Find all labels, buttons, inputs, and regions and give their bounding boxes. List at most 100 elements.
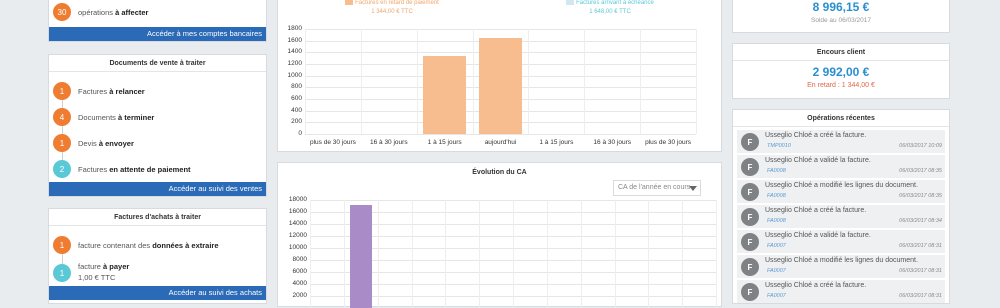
- purchase-item-pay[interactable]: 1 facture à payer 1,00 € TTC: [49, 258, 266, 288]
- sales-item[interactable]: 2 Factures en attente de paiement: [49, 156, 266, 182]
- bank-accounts-link[interactable]: Accéder à mes comptes bancaires: [49, 27, 266, 41]
- gridline: [305, 29, 696, 30]
- purchase-count-badge: 1: [53, 264, 71, 282]
- bank-card: 30 opérations à affecter Accéder à mes c…: [48, 0, 267, 42]
- vertical-gridline: [682, 200, 684, 308]
- gridline: [305, 134, 696, 135]
- outstanding-title: Encours client: [733, 44, 949, 61]
- document-code-link[interactable]: FA0008: [767, 218, 786, 224]
- vertical-gridline: [640, 29, 642, 134]
- vertical-gridline: [360, 29, 362, 134]
- avatar: F: [741, 233, 759, 251]
- y-tick-label: 400: [291, 106, 302, 114]
- y-tick-label: 4000: [292, 280, 307, 287]
- balance-caption: Solde au 06/03/2017: [811, 17, 871, 24]
- operation-item[interactable]: F Usseglio Chloé a modifié les lignes du …: [737, 180, 945, 203]
- y-tick-label: 1200: [287, 60, 302, 67]
- balance-card: 8 996,15 € Solde au 06/03/2017: [732, 0, 950, 33]
- x-tick-label: 1 à 15 jours: [427, 139, 462, 146]
- vertical-gridline: [479, 200, 481, 308]
- outstanding-late: En retard : 1 344,00 €: [807, 82, 875, 89]
- vertical-gridline: [305, 29, 306, 134]
- y-tick-label: 1600: [287, 36, 302, 44]
- document-code-link[interactable]: TMP0010: [767, 143, 791, 149]
- vertical-gridline: [411, 200, 413, 308]
- bar-late[interactable]: [423, 55, 466, 134]
- x-tick-label: plus de 30 jours: [645, 139, 691, 146]
- operation-item[interactable]: F Usseglio Chloé a créé la facture. FA0008…: [737, 205, 945, 228]
- vertical-gridline: [528, 29, 530, 134]
- vertical-gridline: [716, 200, 717, 308]
- y-tick-label: 8000: [292, 256, 307, 263]
- document-code-link[interactable]: FA0007: [767, 293, 786, 299]
- sales-documents-card: Documents de vente à traiter 1 Factures à…: [48, 54, 267, 197]
- document-code-link[interactable]: FA0007: [767, 268, 786, 274]
- vertical-gridline: [513, 200, 514, 308]
- operation-date: 06/03/2017 08:35: [899, 193, 942, 199]
- vertical-gridline: [416, 29, 418, 134]
- purchase-count-badge: 1: [53, 236, 71, 254]
- y-tick-label: 1400: [287, 48, 302, 56]
- sales-item[interactable]: 1 Factures à relancer: [49, 78, 266, 104]
- operation-text: Usseglio Chloé a créé la facture.: [765, 132, 867, 139]
- operation-item[interactable]: F Usseglio Chloé a créé la facture. TMP001…: [737, 130, 945, 153]
- purchases-followup-link[interactable]: Accéder au suivi des achats: [49, 286, 266, 300]
- sales-item[interactable]: 4 Documents à terminer: [49, 104, 266, 130]
- operation-text: Usseglio Chloé a créé la facture.: [765, 207, 867, 214]
- operation-date: 06/03/2017 08:31: [899, 243, 942, 249]
- operation-text: Usseglio Chloé a créé la facture.: [765, 282, 867, 289]
- purchase-item-extract[interactable]: 1 facture contenant des données à extrai…: [49, 232, 266, 258]
- balance-amount: 8 996,15 €: [812, 0, 870, 14]
- purchases-card-title: Factures d'achats à traiter: [49, 209, 266, 226]
- bank-count-badge: 30: [53, 3, 71, 21]
- purchase-item-label: facture contenant des données à extraire: [78, 240, 219, 250]
- x-tick-label: 16 à 30 jours: [593, 139, 631, 146]
- sales-item-label: Documents à terminer: [78, 112, 155, 122]
- purchase-invoices-card: Factures d'achats à traiter 1 facture co…: [48, 208, 267, 304]
- y-tick-label: 10000: [288, 244, 307, 251]
- operations-title: Opérations récentes: [733, 110, 949, 127]
- y-tick-label: 800: [291, 83, 302, 91]
- y-tick-label: 12000: [288, 232, 307, 239]
- sales-item-label: Factures à relancer: [78, 86, 145, 96]
- operation-text: Usseglio Chloé a validé la facture.: [765, 232, 871, 239]
- y-tick-label: 0: [298, 130, 302, 137]
- vertical-gridline: [343, 200, 345, 308]
- y-tick-label: 1000: [287, 71, 302, 79]
- vertical-gridline: [310, 200, 311, 308]
- operation-item[interactable]: F Usseglio Chloé a validé la facture. FA00…: [737, 155, 945, 178]
- sales-followup-link[interactable]: Accéder au suivi des ventes: [49, 182, 266, 196]
- vertical-gridline: [580, 200, 582, 308]
- y-tick-label: 1800: [287, 25, 302, 32]
- bar-due[interactable]: [479, 37, 522, 134]
- avatar: F: [741, 133, 759, 151]
- vertical-gridline: [445, 200, 447, 308]
- purchase-amount: 1,00 € TTC: [78, 272, 116, 282]
- operation-item[interactable]: F Usseglio Chloé a modifié les lignes du …: [737, 255, 945, 278]
- x-tick-label: 16 à 30 jours: [369, 139, 408, 146]
- sales-item[interactable]: 1 Devis à envoyer: [49, 130, 266, 156]
- document-code-link[interactable]: FA0007: [767, 243, 786, 249]
- vertical-gridline: [696, 29, 697, 134]
- x-tick-label: plus de 30 jours: [309, 139, 356, 146]
- sales-count-badge: 1: [53, 82, 71, 100]
- avatar: F: [741, 183, 759, 201]
- sales-item-label: Factures en attente de paiement: [78, 164, 191, 174]
- ca-bar[interactable]: [349, 204, 372, 308]
- sales-count-badge: 2: [53, 160, 71, 178]
- operation-item[interactable]: F Usseglio Chloé a validé la facture. FA00…: [737, 230, 945, 253]
- sales-card-title: Documents de vente à traiter: [49, 55, 266, 72]
- document-code-link[interactable]: FA0008: [767, 193, 786, 199]
- vertical-gridline: [377, 200, 379, 308]
- operation-text: Usseglio Chloé a modifié les lignes du d…: [765, 257, 918, 264]
- bank-row: 30 opérations à affecter: [49, 0, 266, 25]
- y-tick-label: 6000: [292, 268, 307, 275]
- avatar: F: [741, 158, 759, 176]
- aging-chart-card: Factures en retard de paiement 1 344,00 …: [277, 0, 722, 152]
- document-code-link[interactable]: FA0008: [767, 168, 786, 174]
- vertical-gridline: [472, 29, 474, 134]
- sales-item-label: Devis à envoyer: [78, 138, 134, 148]
- aging-bar-chart: 1800 1600 1400 1200 1000 800 600 400 200 0 plus de…: [278, 0, 723, 153]
- recent-operations-card: Opérations récentes F Usseglio Chloé a cr…: [732, 109, 950, 304]
- avatar: F: [741, 208, 759, 226]
